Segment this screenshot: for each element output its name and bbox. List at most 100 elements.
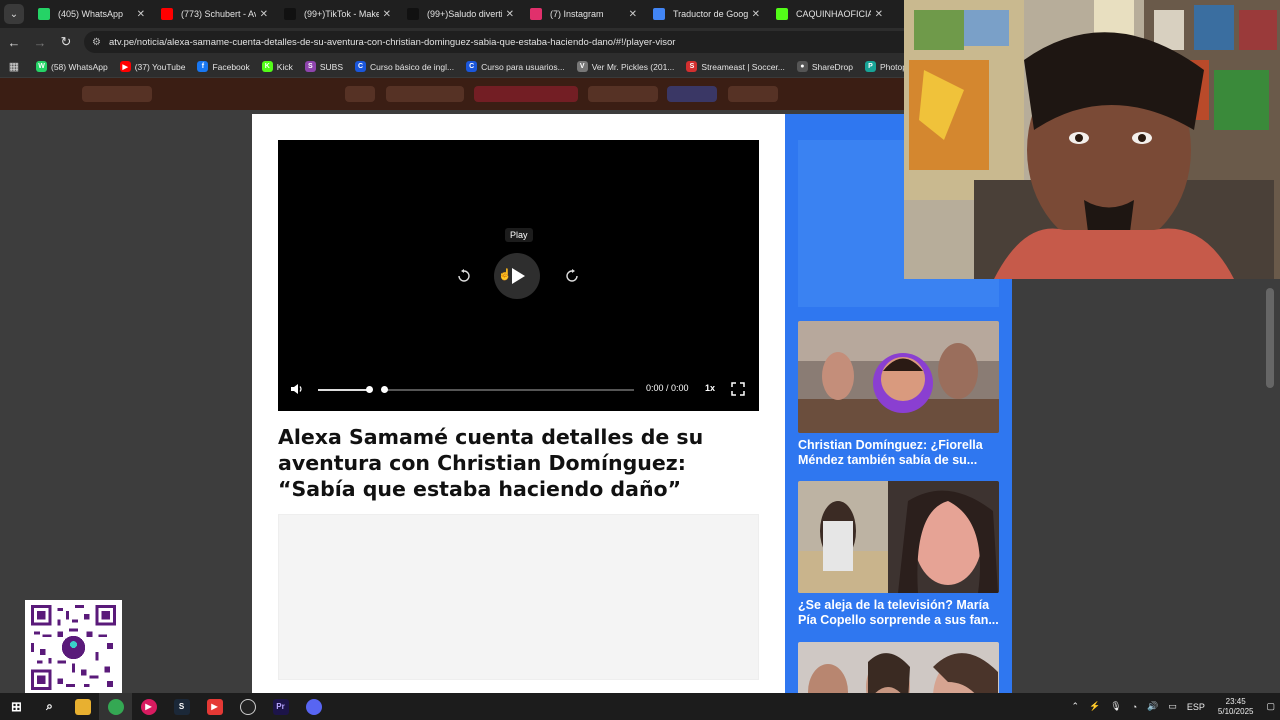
network-off-icon[interactable]: ⚡ <box>1089 701 1100 712</box>
close-tab-icon[interactable]: ✕ <box>875 9 883 20</box>
close-tab-icon[interactable]: ✕ <box>752 9 760 20</box>
related-title[interactable]: Christian Domínguez: ¿Fiorella Méndez ta… <box>798 438 999 468</box>
site-nav-item[interactable] <box>728 86 778 102</box>
play-tooltip: Play <box>505 228 533 242</box>
discord-icon[interactable] <box>297 693 330 720</box>
close-tab-icon[interactable]: ✕ <box>383 9 391 20</box>
whatsapp-icon <box>38 8 50 20</box>
close-tab-icon[interactable]: ✕ <box>629 9 637 20</box>
bookmark-icon: C <box>466 61 478 72</box>
site-logo[interactable] <box>82 86 152 102</box>
related-thumbnail[interactable] <box>798 321 999 433</box>
bookmark-label: (58) WhatsApp <box>51 61 108 72</box>
wifi-icon[interactable]: ◔ <box>1132 702 1137 712</box>
tiktok-icon <box>407 8 419 20</box>
volume-knob[interactable] <box>366 386 374 393</box>
browser-tab[interactable]: (7) Instagram ✕ <box>522 0 645 28</box>
related-article[interactable]: Christian Domínguez: ¿Fiorella Méndez ta… <box>798 321 999 468</box>
premiere-icon[interactable]: Pr <box>264 693 297 720</box>
browser-tab[interactable]: (773) Schubert - Ave ✕ <box>153 0 276 28</box>
webcam-overlay <box>904 0 1280 279</box>
related-article[interactable] <box>798 642 999 693</box>
bookmark-item[interactable]: C Curso para usuarios... <box>460 61 571 72</box>
bookmark-item[interactable]: V Ver Mr. Pickles (201... <box>571 61 681 72</box>
rewind-10-icon[interactable] <box>454 266 474 286</box>
page-scrollbar[interactable] <box>1266 288 1274 388</box>
url-text: atv.pe/noticia/alexa-samame-cuenta-detal… <box>108 36 676 48</box>
related-title[interactable]: ¿Se aleja de la televisión? María Pía Co… <box>798 598 999 628</box>
volume-slider[interactable] <box>318 389 372 391</box>
playback-speed-button[interactable]: 1x <box>705 383 715 393</box>
close-tab-icon[interactable]: ✕ <box>506 9 514 20</box>
related-article[interactable]: ¿Se aleja de la televisión? María Pía Co… <box>798 481 999 628</box>
steam-icon[interactable]: S <box>165 693 198 720</box>
video-player[interactable]: Play ☝ 0:00 / 0:00 1x <box>278 140 759 411</box>
site-nav-item[interactable] <box>474 86 578 102</box>
browser-tab[interactable]: (99+)Saludo divertid ✕ <box>399 0 522 28</box>
related-thumbnail[interactable] <box>798 642 999 693</box>
forward-button[interactable]: → <box>28 30 52 54</box>
article-card: Play ☝ 0:00 / 0:00 1x Alexa Samamé cuent… <box>252 114 785 693</box>
clock-date: 5/10/2025 <box>1217 706 1254 716</box>
bookmark-label: ShareDrop <box>811 61 853 72</box>
tiktok-icon <box>284 8 296 20</box>
close-tab-icon[interactable]: ✕ <box>137 9 145 20</box>
bookmark-item[interactable]: W (58) WhatsApp <box>30 61 114 72</box>
bookmark-item[interactable]: S SUBS <box>299 61 349 72</box>
seek-knob[interactable] <box>381 386 388 393</box>
language-indicator[interactable]: ESP <box>1187 702 1205 712</box>
bookmark-item[interactable]: f Facebook <box>191 61 255 72</box>
microphone-icon[interactable]: 🎙 <box>1110 701 1121 712</box>
fullscreen-icon[interactable] <box>731 382 745 396</box>
bookmark-item[interactable]: ▶ (37) YouTube <box>114 61 192 72</box>
bookmark-label: Facebook <box>212 61 250 72</box>
volume-tray-icon[interactable]: 🔊 <box>1147 701 1158 712</box>
close-tab-icon[interactable]: ✕ <box>260 9 268 20</box>
site-nav-item[interactable] <box>667 86 717 102</box>
tab-title: (99+)Saludo divertid <box>427 9 502 19</box>
time-display: 0:00 / 0:00 <box>646 383 689 393</box>
volume-icon[interactable] <box>290 382 304 396</box>
search-icon[interactable]: ⌕ <box>33 693 66 720</box>
tab-search-button[interactable]: ⌄ <box>4 4 24 24</box>
bookmark-item[interactable]: ● ShareDrop <box>791 61 859 72</box>
chevron-up-icon[interactable]: ⌃ <box>1072 701 1080 712</box>
notification-icon[interactable]: ▢ <box>1266 701 1275 712</box>
player-controls: 0:00 / 0:00 1x <box>278 378 759 402</box>
browser-tab[interactable]: (99+)TikTok - Make Y ✕ <box>276 0 399 28</box>
tab-title: (99+)TikTok - Make Y <box>304 9 379 19</box>
tab-title: (405) WhatsApp <box>58 9 124 19</box>
streamlabs-icon[interactable]: ▶ <box>198 693 231 720</box>
site-nav-item[interactable] <box>588 86 658 102</box>
kick-icon <box>776 8 788 20</box>
bookmark-label: Curso básico de ingl... <box>370 61 455 72</box>
bookmark-icon: ● <box>796 61 808 72</box>
chrome-icon[interactable] <box>99 693 132 720</box>
bookmark-item[interactable]: K Kick <box>256 61 299 72</box>
file-explorer-icon[interactable] <box>66 693 99 720</box>
browser-tab[interactable]: Traductor de Google ✕ <box>645 0 768 28</box>
back-button[interactable]: ← <box>2 30 26 54</box>
qr-code <box>25 600 122 695</box>
apps-grid-icon[interactable]: ▦ <box>6 59 22 75</box>
bookmark-item[interactable]: S Streameast | Soccer... <box>680 61 790 72</box>
browser-tab[interactable]: CAQUINHAOFICIAL ✕ <box>768 0 891 28</box>
site-nav-item[interactable] <box>345 86 375 102</box>
clock[interactable]: 23:45 5/10/2025 <box>1218 697 1254 717</box>
obs-icon[interactable] <box>231 693 264 720</box>
reload-button[interactable]: ↻ <box>54 30 78 54</box>
start-icon[interactable]: ⊞ <box>0 693 33 720</box>
bookmark-item[interactable]: C Curso básico de ingl... <box>349 61 460 72</box>
article-title: Alexa Samamé cuenta detalles de su avent… <box>278 425 704 501</box>
forward-10-icon[interactable] <box>562 266 582 286</box>
battery-icon[interactable]: ▭ <box>1168 701 1177 712</box>
tab-title: (773) Schubert - Ave <box>181 9 256 19</box>
seek-bar[interactable] <box>382 389 634 391</box>
bookmark-icon: f <box>197 61 209 72</box>
media-player-icon[interactable]: ▶ <box>132 693 165 720</box>
site-nav-item[interactable] <box>386 86 464 102</box>
related-thumbnail[interactable] <box>798 481 999 593</box>
instagram-icon <box>530 8 542 20</box>
site-info-icon[interactable]: ⚙ <box>92 37 101 48</box>
browser-tab[interactable]: (405) WhatsApp ✕ <box>30 0 153 28</box>
